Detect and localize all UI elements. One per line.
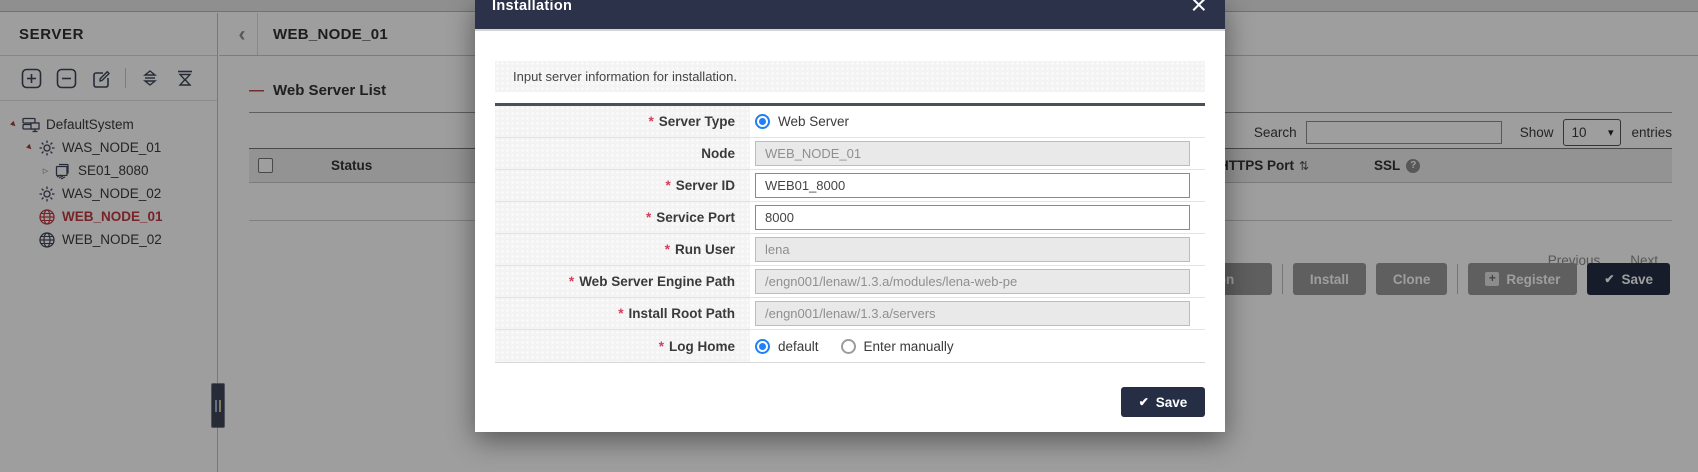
field-label: * Install Root Path [495,298,750,329]
field-value [750,205,1205,230]
modal-save-button[interactable]: ✔ Save [1121,387,1205,417]
required-mark: * [665,242,670,257]
field-label: * Server Type [495,106,750,137]
required-mark: * [665,178,670,193]
close-icon[interactable]: × [1191,0,1207,21]
form-row-engine-path: * Web Server Engine Path [495,266,1205,298]
form-row-log-home: * Log Home default Enter manually [495,330,1205,362]
install-root-field [755,301,1190,326]
required-mark: * [659,339,664,354]
field-label-text: Run User [675,242,735,257]
field-value [750,301,1205,326]
run-user-field [755,237,1190,262]
node-field [755,141,1190,166]
modal-save-label: Save [1156,395,1188,410]
field-label-text: Web Server Engine Path [579,274,735,289]
form-row-server-type: * Server Type Web Server [495,106,1205,138]
info-message: Input server information for installatio… [495,61,1205,92]
field-label-text: Server ID [676,178,735,193]
field-value: Web Server [750,114,1205,129]
field-value [750,237,1205,262]
check-icon: ✔ [1139,395,1149,409]
field-value [750,173,1205,198]
form-row-server-id: * Server ID [495,170,1205,202]
modal-title: Installation [492,0,572,14]
field-label: * Run User [495,234,750,265]
field-label: * Service Port [495,202,750,233]
installation-form: * Server Type Web Server Node * [495,103,1205,363]
required-mark: * [646,210,651,225]
field-label-text: Install Root Path [628,306,735,321]
server-id-field[interactable] [755,173,1190,198]
field-label-text: Node [701,146,735,161]
radio-log-manual[interactable] [841,339,856,354]
installation-modal: Installation × Input server information … [475,0,1225,432]
modal-header: Installation × [475,0,1225,31]
required-mark: * [648,114,653,129]
field-label-text: Server Type [659,114,735,129]
form-row-run-user: * Run User [495,234,1205,266]
field-value: default Enter manually [750,339,1205,354]
form-row-install-root: * Install Root Path [495,298,1205,330]
radio-log-default-checked[interactable] [755,339,770,354]
field-label: * Server ID [495,170,750,201]
field-value [750,141,1205,166]
field-label: Node [495,138,750,169]
radio-label[interactable]: default [778,339,819,354]
radio-web-server-checked[interactable] [755,114,770,129]
required-mark: * [618,306,623,321]
radio-label[interactable]: Enter manually [864,339,954,354]
field-label-text: Service Port [656,210,735,225]
form-row-service-port: * Service Port [495,202,1205,234]
engine-path-field [755,269,1190,294]
field-label-text: Log Home [669,339,735,354]
field-label: * Web Server Engine Path [495,266,750,297]
modal-footer: ✔ Save [495,363,1205,417]
modal-body: Input server information for installatio… [475,31,1225,417]
service-port-field[interactable] [755,205,1190,230]
field-label: * Log Home [495,330,750,362]
required-mark: * [569,274,574,289]
field-value [750,269,1205,294]
radio-label[interactable]: Web Server [778,114,849,129]
form-row-node: Node [495,138,1205,170]
